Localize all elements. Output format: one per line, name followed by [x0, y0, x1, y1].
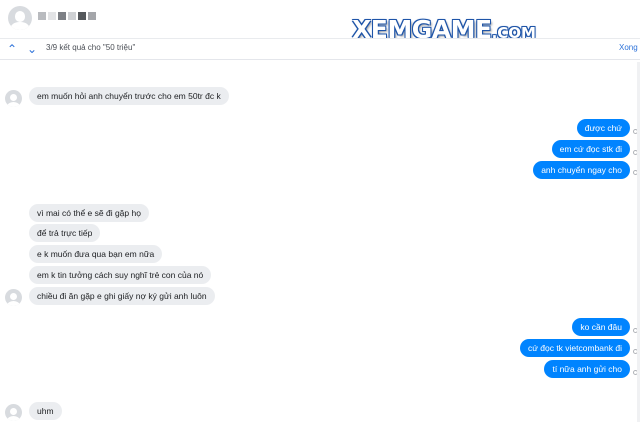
outgoing-message[interactable]: ko cần đâu [572, 318, 630, 336]
outgoing-message[interactable]: tí nữa anh gửi cho [544, 360, 630, 378]
incoming-message[interactable]: uhm [29, 402, 62, 420]
done-button[interactable]: Xong [619, 43, 638, 52]
censor-pixel [88, 12, 96, 20]
chevron-down-icon[interactable]: ⌄ [24, 41, 40, 57]
contact-avatar[interactable] [5, 90, 22, 107]
outgoing-message[interactable]: em cứ đọc stk đi [551, 140, 630, 158]
censored-contact-name [38, 12, 96, 20]
chevron-up-icon[interactable]: ⌃ [4, 41, 20, 57]
incoming-message[interactable]: để trả trực tiếp [29, 224, 101, 242]
chat-header [0, 0, 640, 36]
outgoing-message[interactable]: anh chuyển ngay cho [533, 161, 630, 179]
outgoing-message[interactable]: được chứ [576, 119, 630, 137]
censor-pixel [58, 12, 66, 20]
incoming-message[interactable]: em muốn hỏi anh chuyển trước cho em 50tr… [29, 87, 229, 105]
contact-avatar[interactable] [5, 404, 22, 421]
incoming-message[interactable]: chiều đi ăn gặp e ghi giấy nợ ký gửi anh… [29, 287, 215, 305]
outgoing-message[interactable]: cứ đọc tk vietcombank đi [519, 339, 630, 357]
censor-pixel [48, 12, 56, 20]
censor-pixel [68, 12, 76, 20]
search-results-bar: ⌃ ⌄ 3/9 kết quả cho "50 triệu" Xong [0, 38, 640, 60]
incoming-message[interactable]: vì mai có thể e sẽ đi gặp họ [29, 204, 149, 222]
search-result-count: 3/9 kết quả cho "50 triệu" [46, 43, 136, 52]
contact-avatar[interactable] [8, 6, 32, 30]
censor-pixel [78, 12, 86, 20]
censor-pixel [38, 12, 46, 20]
incoming-message[interactable]: em k tin tưởng cách suy nghĩ trẻ con của… [29, 266, 212, 284]
incoming-message[interactable]: e k muốn đưa qua bạn em nữa [29, 245, 163, 263]
contact-avatar[interactable] [5, 289, 22, 306]
